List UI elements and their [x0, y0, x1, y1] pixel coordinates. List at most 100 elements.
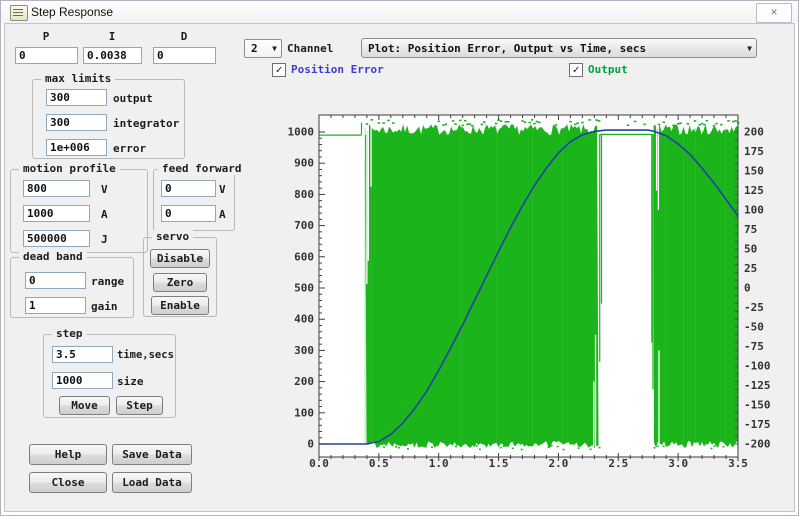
svg-text:0: 0 — [307, 438, 314, 451]
max-integrator-label: integrator — [113, 117, 180, 130]
jerk-input[interactable] — [23, 230, 90, 247]
svg-text:-25: -25 — [744, 301, 764, 314]
servo-disable-button[interactable]: Disable — [150, 249, 210, 268]
max-error-label: error — [113, 142, 147, 155]
plot-select-value: Plot: Position Error, Output vs Time, se… — [368, 41, 647, 55]
svg-text:3.5: 3.5 — [728, 457, 748, 470]
max-integrator-input[interactable] — [46, 114, 107, 131]
svg-text:-100: -100 — [744, 360, 771, 373]
ff-accel-input[interactable] — [161, 205, 216, 222]
velocity-input[interactable] — [23, 180, 90, 197]
step-response-window: Step Response ✕ P I D 2 ▼ Channel Plot: … — [0, 0, 799, 516]
check-icon: ✓ — [275, 63, 283, 76]
chevron-down-icon: ▼ — [272, 44, 277, 53]
svg-text:200: 200 — [744, 126, 764, 139]
output-label: Output — [588, 63, 628, 76]
svg-text:0.0: 0.0 — [309, 457, 329, 470]
servo-group: servo Disable Zero Enable — [143, 230, 217, 317]
svg-text:700: 700 — [294, 219, 314, 232]
position-error-checkbox[interactable]: ✓ — [272, 63, 286, 77]
max-error-input[interactable] — [46, 139, 107, 156]
svg-text:175: 175 — [744, 145, 764, 158]
title-bar[interactable]: Step Response ✕ — [1, 1, 798, 23]
svg-text:75: 75 — [744, 223, 757, 236]
svg-text:3.0: 3.0 — [668, 457, 688, 470]
velocity-label: V — [101, 183, 108, 196]
svg-text:-150: -150 — [744, 399, 771, 412]
close-icon: ✕ — [770, 5, 778, 18]
step-button[interactable]: Step — [116, 396, 163, 415]
i-input[interactable] — [83, 47, 142, 64]
svg-text:900: 900 — [294, 157, 314, 170]
output-checkbox[interactable]: ✓ — [569, 63, 583, 77]
step-group: step time,secs size Move Step — [43, 327, 176, 418]
feed-forward-title: feed forward — [158, 162, 246, 175]
d-input[interactable] — [153, 47, 216, 64]
help-button[interactable]: Help — [29, 444, 107, 465]
close-button[interactable]: ✕ — [756, 3, 792, 23]
svg-text:500: 500 — [294, 282, 314, 295]
svg-text:0: 0 — [744, 282, 751, 295]
svg-text:1.0: 1.0 — [429, 457, 449, 470]
max-output-input[interactable] — [46, 89, 107, 106]
feed-forward-group: feed forward V A — [153, 162, 246, 231]
svg-text:150: 150 — [744, 165, 764, 178]
servo-title: servo — [152, 230, 194, 243]
dead-band-group: dead band range gain — [10, 250, 134, 318]
max-output-label: output — [113, 92, 153, 105]
max-limits-title: max limits — [41, 72, 116, 85]
step-time-label: time,secs — [117, 349, 174, 361]
window-title: Step Response — [31, 5, 114, 19]
step-response-chart: 01002003004005006007008009001000 20017515… — [288, 114, 771, 470]
max-limits-group: max limits output integrator error — [32, 72, 185, 159]
svg-text:50: 50 — [744, 243, 757, 256]
motion-profile-group: motion profile V A J — [10, 162, 148, 253]
svg-text:-200: -200 — [744, 438, 771, 451]
chevron-down-icon: ▼ — [747, 43, 752, 53]
p-input[interactable] — [15, 47, 78, 64]
close-button-bottom[interactable]: Close — [29, 472, 107, 493]
app-icon — [10, 5, 28, 21]
svg-text:-125: -125 — [744, 379, 771, 392]
step-title: step — [52, 327, 87, 340]
svg-text:400: 400 — [294, 313, 314, 326]
svg-text:0.5: 0.5 — [369, 457, 389, 470]
d-label: D — [180, 30, 188, 43]
dead-band-title: dead band — [19, 250, 87, 263]
range-label: range — [91, 275, 125, 288]
gain-input[interactable] — [25, 297, 86, 314]
move-button[interactable]: Move — [59, 396, 110, 415]
channel-value: 2 — [251, 42, 258, 55]
svg-text:1000: 1000 — [288, 126, 315, 139]
servo-enable-button[interactable]: Enable — [151, 296, 209, 315]
check-icon: ✓ — [572, 63, 580, 76]
svg-text:100: 100 — [294, 406, 314, 419]
svg-text:-50: -50 — [744, 321, 764, 334]
range-input[interactable] — [25, 272, 86, 289]
svg-text:2.0: 2.0 — [548, 457, 568, 470]
svg-text:300: 300 — [294, 344, 314, 357]
svg-text:2.5: 2.5 — [608, 457, 628, 470]
channel-select[interactable]: 2 ▼ — [244, 39, 282, 58]
load-data-button[interactable]: Load Data — [112, 472, 192, 493]
svg-text:25: 25 — [744, 262, 757, 275]
step-time-input[interactable] — [52, 346, 113, 363]
svg-text:125: 125 — [744, 184, 764, 197]
svg-text:600: 600 — [294, 250, 314, 263]
ff-velocity-label: V — [219, 183, 226, 196]
step-size-input[interactable] — [52, 372, 113, 389]
save-data-button[interactable]: Save Data — [112, 444, 192, 465]
channel-label: Channel — [287, 42, 334, 55]
svg-text:-175: -175 — [744, 418, 771, 431]
svg-text:-75: -75 — [744, 340, 764, 353]
step-size-label: size — [117, 375, 144, 388]
position-error-label: Position Error — [291, 63, 384, 76]
svg-text:200: 200 — [294, 375, 314, 388]
servo-zero-button[interactable]: Zero — [153, 273, 207, 292]
accel-input[interactable] — [23, 205, 90, 222]
ff-accel-label: A — [219, 208, 226, 221]
ff-velocity-input[interactable] — [161, 180, 216, 197]
svg-text:1.5: 1.5 — [489, 457, 509, 470]
plot-select[interactable]: Plot: Position Error, Output vs Time, se… — [361, 38, 757, 58]
i-label: I — [108, 30, 116, 43]
